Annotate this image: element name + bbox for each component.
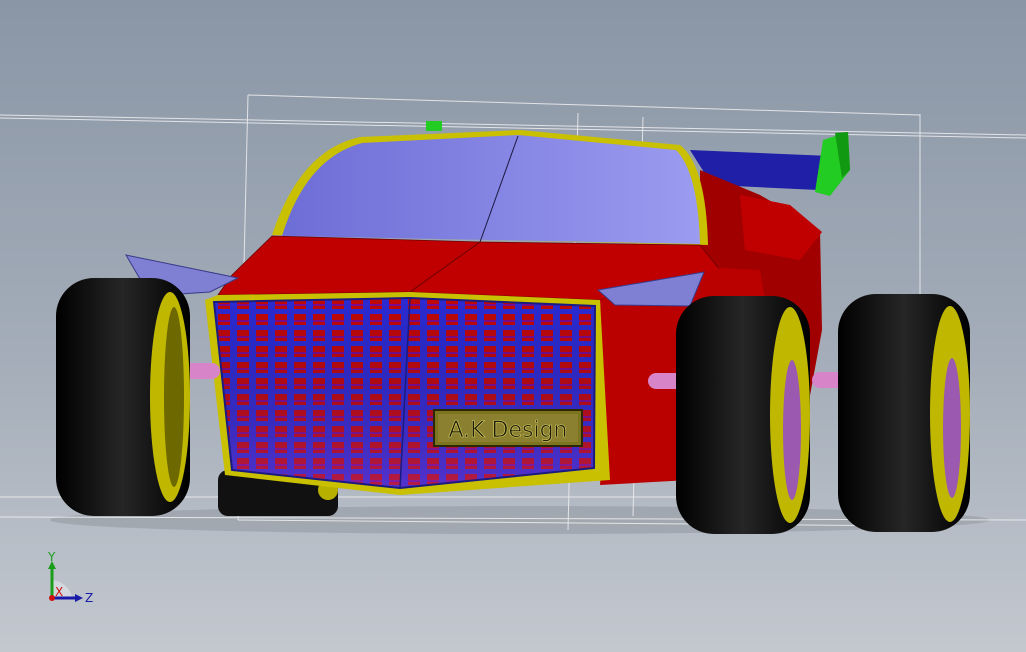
- wheel-front-right[interactable]: [676, 296, 810, 534]
- rear-right-rim-inner: [943, 358, 961, 498]
- front-right-rim-inner: [783, 360, 801, 500]
- y-axis-label: Y: [47, 552, 56, 564]
- wheel-front-left[interactable]: [56, 278, 190, 516]
- front-grille: [212, 296, 597, 490]
- front-left-rim-inner: [164, 307, 184, 487]
- cad-3d-viewport[interactable]: A.K Design Y Z X: [0, 0, 1026, 652]
- roof-marker: [426, 121, 442, 131]
- wheel-rear-right[interactable]: [838, 294, 970, 532]
- brand-badge[interactable]: A.K Design: [433, 409, 583, 447]
- windshield: [282, 135, 700, 244]
- badge-text: A.K Design: [448, 418, 567, 443]
- z-axis-label: Z: [85, 591, 93, 605]
- xyz-axis-triad-icon: Y Z X: [47, 552, 93, 605]
- x-axis-label: X: [55, 585, 63, 599]
- car-model-scene[interactable]: A.K Design: [0, 0, 1026, 652]
